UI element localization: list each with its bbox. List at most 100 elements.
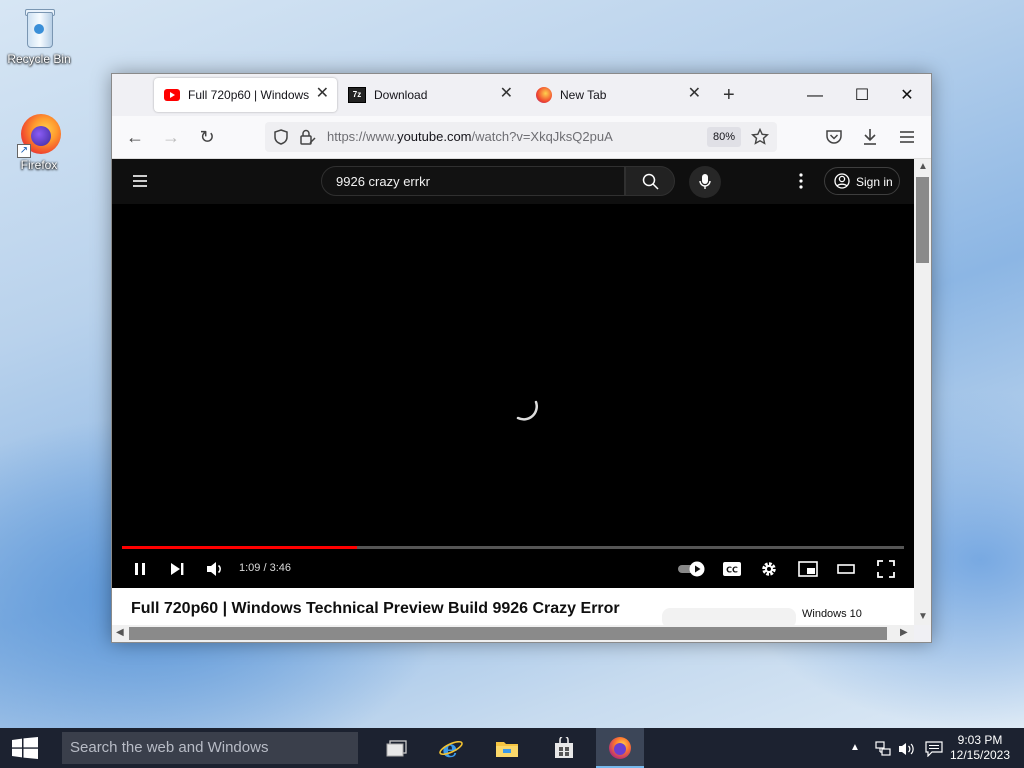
store-icon xyxy=(555,737,573,758)
youtube-search-button[interactable] xyxy=(625,166,675,196)
search-icon xyxy=(642,173,659,190)
close-tab-icon[interactable]: ✕ xyxy=(316,86,329,102)
firefox-window: Full 720p60 | Windows Technical Preview … xyxy=(111,73,932,643)
video-title: Full 720p60 | Windows Technical Preview … xyxy=(131,600,620,617)
miniplayer-icon[interactable] xyxy=(798,561,818,577)
maximize-button[interactable]: ☐ xyxy=(839,82,885,110)
account-icon xyxy=(834,173,850,189)
taskbar-search-box[interactable]: Search the web and Windows xyxy=(62,732,358,764)
scroll-left-icon[interactable]: ◀ xyxy=(116,627,124,638)
url-text[interactable]: https://www.youtube.com/watch?v=XkqJksQ2… xyxy=(327,129,613,144)
svg-text:CC: CC xyxy=(726,566,738,575)
desktop-icon-label: Recycle Bin xyxy=(7,52,71,66)
chip-windows-10[interactable]: Windows 10 xyxy=(802,608,862,620)
downloads-icon[interactable] xyxy=(862,128,878,146)
video-player[interactable]: 1:09 / 3:46 CC xyxy=(112,204,914,588)
horizontal-scroll-thumb[interactable] xyxy=(129,627,887,640)
recommendation-chip-placeholder[interactable] xyxy=(662,608,796,625)
forward-button[interactable]: → xyxy=(158,125,184,149)
closed-captions-icon[interactable]: CC xyxy=(722,561,742,577)
clock-time: 9:03 PM xyxy=(957,733,1003,747)
desktop-icon-firefox[interactable]: ↗ Firefox xyxy=(1,112,77,172)
recycle-bin-icon xyxy=(17,6,61,50)
start-button[interactable] xyxy=(0,728,50,768)
firefox-icon xyxy=(536,87,552,103)
horizontal-scrollbar[interactable]: ◀ ▶ xyxy=(112,625,914,642)
tab-download[interactable]: 7z Download ✕ xyxy=(338,78,521,112)
action-center-icon[interactable] xyxy=(925,741,943,757)
close-tab-icon[interactable]: ✕ xyxy=(688,86,701,102)
tracking-shield-icon[interactable] xyxy=(273,129,289,145)
fullscreen-icon[interactable] xyxy=(877,560,895,578)
back-button[interactable]: ← xyxy=(122,125,148,149)
vertical-scroll-thumb[interactable] xyxy=(916,177,929,263)
tab-youtube[interactable]: Full 720p60 | Windows Technical Preview … xyxy=(154,78,337,112)
task-view-icon xyxy=(386,740,407,757)
internet-explorer-button[interactable]: e xyxy=(426,728,474,768)
progress-played xyxy=(122,546,357,549)
7zip-icon: 7z xyxy=(348,87,366,103)
pause-icon[interactable] xyxy=(132,561,148,577)
loading-spinner-icon xyxy=(516,400,538,421)
sign-in-label: Sign in xyxy=(856,175,893,189)
firefox-icon xyxy=(609,737,631,759)
reload-button[interactable]: ↻ xyxy=(194,125,220,149)
firefox-taskbar-button[interactable] xyxy=(596,728,644,768)
speaker-icon[interactable] xyxy=(898,741,916,757)
pocket-icon[interactable] xyxy=(825,129,843,145)
tab-title: Download xyxy=(374,88,428,102)
voice-search-button[interactable] xyxy=(689,166,721,198)
folder-icon xyxy=(496,742,518,757)
tab-title: New Tab xyxy=(560,88,607,102)
search-input-value: 9926 crazy errkr xyxy=(336,174,430,189)
sign-in-button[interactable]: Sign in xyxy=(824,167,900,195)
store-button[interactable] xyxy=(539,728,587,768)
close-window-button[interactable]: ✕ xyxy=(884,82,930,110)
tab-title: Full 720p60 | Windows Technical Preview … xyxy=(188,88,312,102)
task-view-button[interactable] xyxy=(372,728,420,768)
internet-explorer-icon: e xyxy=(439,736,463,760)
tab-bar: Full 720p60 | Windows Technical Preview … xyxy=(112,74,931,116)
firefox-icon: ↗ xyxy=(17,112,61,158)
time-display: 1:09 / 3:46 xyxy=(239,562,291,574)
svg-text:e: e xyxy=(442,736,457,760)
network-icon[interactable] xyxy=(874,741,892,757)
next-icon[interactable] xyxy=(169,561,185,577)
vertical-scrollbar[interactable]: ▲ ▼ xyxy=(914,159,931,625)
file-explorer-button[interactable] xyxy=(482,728,530,768)
system-clock[interactable]: 9:03 PM 12/15/2023 xyxy=(948,733,1012,763)
url-bar[interactable]: https://www.youtube.com/watch?v=XkqJksQ2… xyxy=(265,122,777,152)
show-hidden-icons-icon[interactable]: ▲ xyxy=(850,742,860,753)
video-info: Full 720p60 | Windows Technical Preview … xyxy=(112,588,914,625)
clock-date: 12/15/2023 xyxy=(949,748,1011,762)
scroll-right-icon[interactable]: ▶ xyxy=(900,627,908,638)
youtube-search-input[interactable]: 9926 crazy errkr xyxy=(321,166,625,196)
bookmark-star-icon[interactable] xyxy=(751,128,769,146)
scroll-up-icon[interactable]: ▲ xyxy=(918,161,928,172)
taskbar: Search the web and Windows e ▲ 9:03 PM 1… xyxy=(0,728,1024,768)
autoplay-toggle-icon[interactable] xyxy=(677,560,707,578)
youtube-header: 9926 crazy errkr Sign in xyxy=(112,159,914,204)
desktop-icon-label: Firefox xyxy=(20,158,58,172)
guide-menu-icon[interactable] xyxy=(132,174,148,188)
shortcut-arrow-icon: ↗ xyxy=(17,144,31,158)
more-options-icon[interactable] xyxy=(798,173,804,189)
close-tab-icon[interactable]: ✕ xyxy=(500,86,513,102)
new-tab-button[interactable]: + xyxy=(723,84,735,107)
desktop-icon-recycle-bin[interactable]: Recycle Bin xyxy=(1,6,77,66)
settings-gear-icon[interactable] xyxy=(760,560,778,578)
youtube-icon xyxy=(164,89,180,101)
volume-icon[interactable] xyxy=(206,561,224,577)
progress-bar[interactable] xyxy=(122,546,904,549)
navigation-toolbar: ← → ↻ https://www.youtube.com/watch?v=Xk… xyxy=(112,116,931,159)
microphone-icon xyxy=(699,174,711,189)
tab-new-tab[interactable]: New Tab ✕ xyxy=(526,78,709,112)
youtube-page: 9926 crazy errkr Sign in 1:09 / 3:46 CC … xyxy=(112,159,914,625)
minimize-button[interactable]: — xyxy=(792,82,838,110)
theater-mode-icon[interactable] xyxy=(837,562,855,576)
hamburger-menu-icon[interactable] xyxy=(899,130,915,144)
windows-logo-icon xyxy=(12,737,38,759)
lock-icon[interactable] xyxy=(299,129,317,145)
zoom-level-button[interactable]: 80% xyxy=(707,127,741,147)
scroll-down-icon[interactable]: ▼ xyxy=(918,611,928,622)
